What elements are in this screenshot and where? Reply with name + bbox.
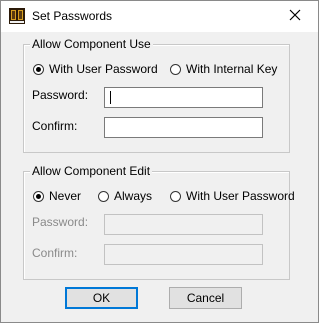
radio-label: With Internal Key: [186, 62, 278, 76]
radio-selected-icon: [33, 63, 44, 75]
dbase-app-icon: [9, 8, 25, 24]
radio-unselected-icon: [170, 63, 181, 75]
edit-password-label: Password:: [32, 215, 89, 229]
radio-label: With User Password: [186, 189, 295, 203]
radio-label: With User Password: [49, 62, 158, 76]
radio-label: Always: [114, 189, 153, 203]
radio-unselected-icon: [170, 190, 181, 202]
ok-button[interactable]: OK: [65, 287, 138, 309]
edit-confirm-input: [104, 244, 263, 265]
radio-unselected-icon: [98, 190, 109, 202]
use-password-label: Password:: [32, 88, 89, 102]
radio-label: Never: [49, 189, 82, 203]
edit-confirm-label: Confirm:: [32, 246, 78, 260]
edit-never-radio[interactable]: Never: [33, 189, 81, 203]
radio-selected-icon: [33, 190, 44, 202]
use-confirm-input[interactable]: [104, 117, 263, 138]
edit-with-user-password-radio[interactable]: With User Password: [170, 189, 295, 203]
use-with-internal-key-radio[interactable]: With Internal Key: [170, 62, 277, 76]
edit-always-radio[interactable]: Always: [98, 189, 152, 203]
window-title: Set Passwords: [32, 9, 113, 23]
dialog-body: Allow Component Use With User Password W…: [1, 32, 318, 322]
set-passwords-dialog: Set Passwords Allow Component Use With U…: [0, 0, 319, 323]
close-button[interactable]: [272, 1, 318, 32]
title-bar[interactable]: Set Passwords: [1, 1, 318, 32]
use-confirm-label: Confirm:: [32, 119, 78, 133]
group-title: Allow Component Use: [30, 37, 153, 51]
group-title: Allow Component Edit: [30, 164, 153, 178]
use-password-input[interactable]: [104, 87, 263, 108]
text-caret: [110, 91, 111, 104]
edit-password-input: [104, 214, 263, 235]
close-icon: [289, 9, 301, 24]
cancel-button[interactable]: Cancel: [169, 287, 242, 309]
use-with-user-password-radio[interactable]: With User Password: [33, 62, 158, 76]
